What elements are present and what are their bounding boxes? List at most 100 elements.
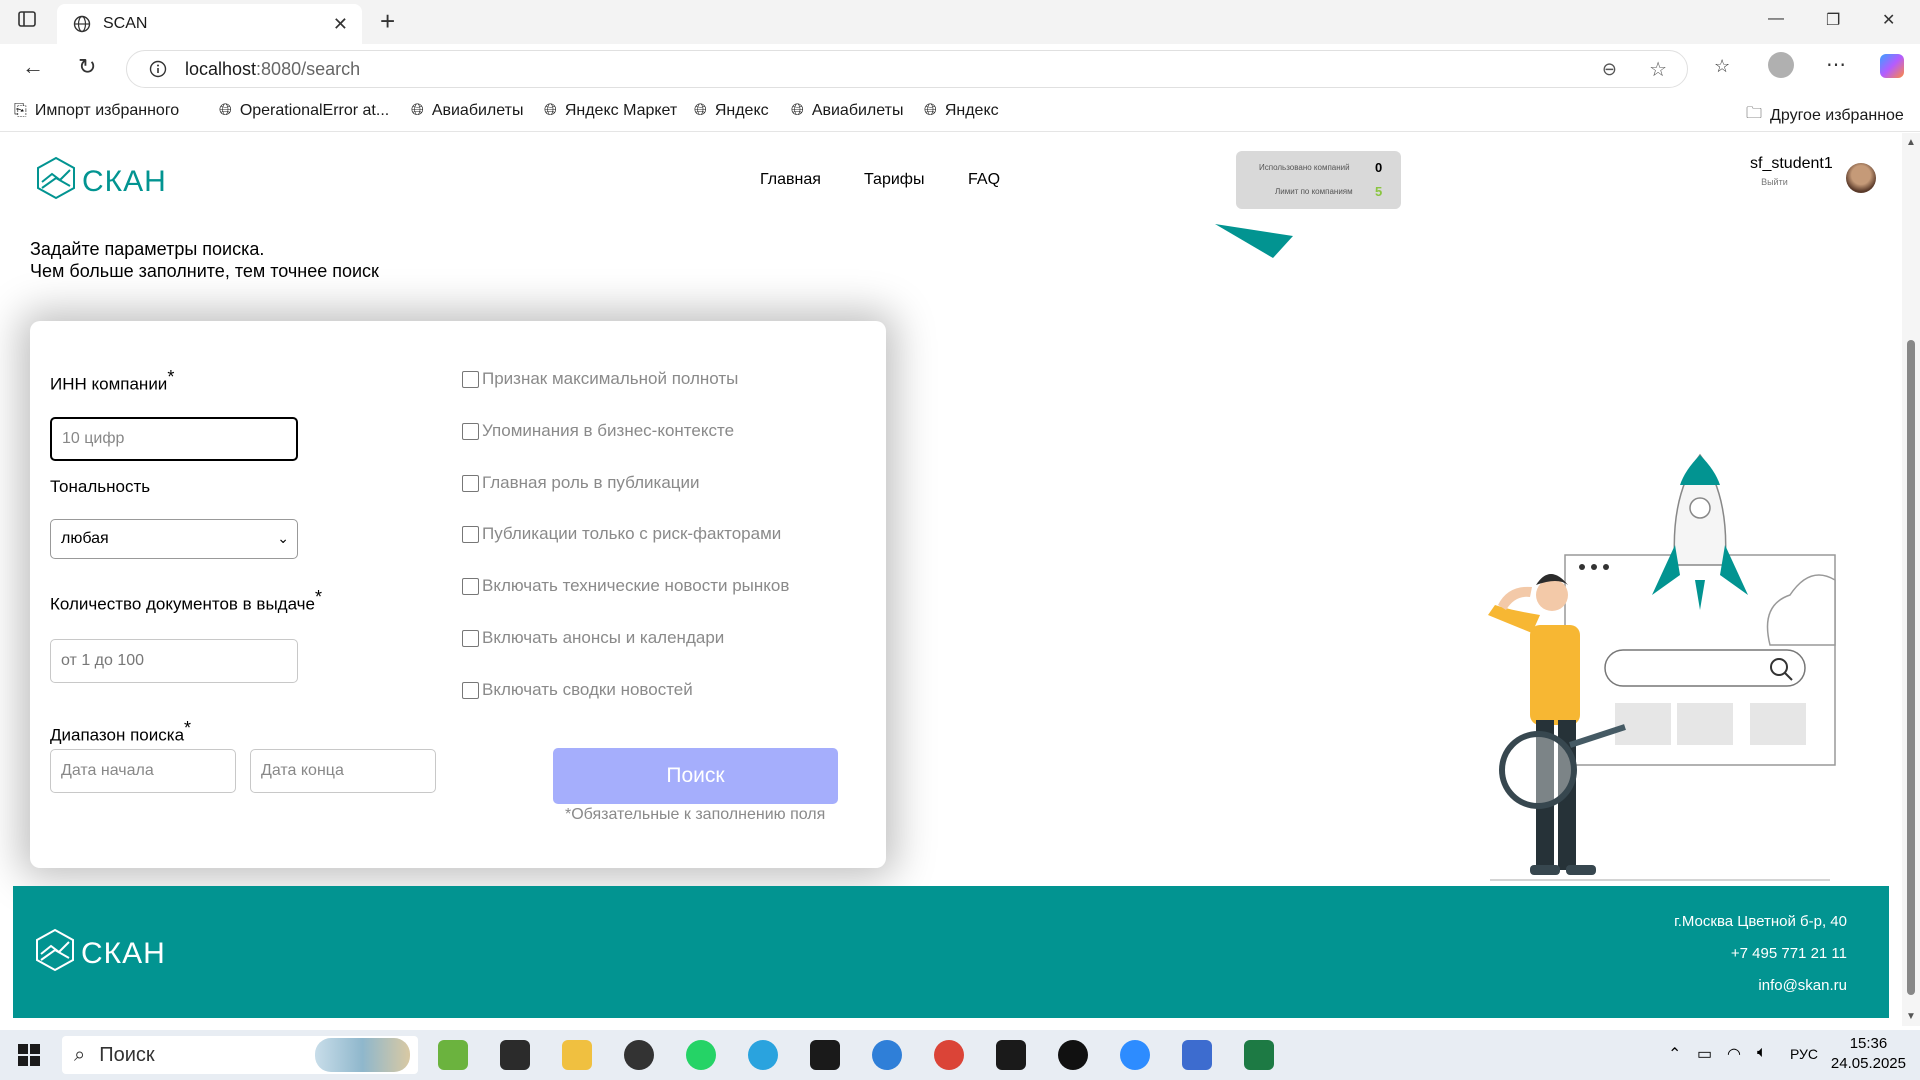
checkbox-label: Включать технические новости рынков xyxy=(482,576,790,595)
checkbox-risk-factors[interactable]: Публикации только с риск-факторами xyxy=(462,524,781,544)
pycharm-icon[interactable] xyxy=(996,1040,1026,1070)
date-end-input[interactable]: Дата конца xyxy=(250,749,436,793)
header-logo[interactable]: СКАН xyxy=(34,156,167,208)
utorrent-icon[interactable] xyxy=(438,1040,468,1070)
globe-icon: 🌐︎ xyxy=(411,102,424,119)
required-note: *Обязательные к заполнению поля xyxy=(565,806,826,823)
bookmark-import[interactable]: ⎘ Импорт избранного xyxy=(14,102,179,120)
checkbox-tech-news[interactable]: Включать технические новости рынков xyxy=(462,576,789,596)
maximize-icon[interactable]: ❐ xyxy=(1826,10,1840,30)
user-block: sf_student1 Выйти xyxy=(1750,155,1833,187)
minimize-icon[interactable]: — xyxy=(1768,10,1784,28)
whatsapp-icon[interactable] xyxy=(686,1040,716,1070)
more-menu-icon[interactable]: ⋯ xyxy=(1826,52,1846,77)
excel-icon[interactable] xyxy=(1244,1040,1274,1070)
checkbox-icon[interactable] xyxy=(462,525,479,543)
bookmark-label: Авиабилеты xyxy=(811,102,904,119)
checkbox-icon[interactable] xyxy=(462,681,479,699)
copilot-icon[interactable] xyxy=(1880,54,1904,78)
count-placeholder: от 1 до 100 xyxy=(61,652,145,669)
profile-avatar-icon[interactable] xyxy=(1768,52,1794,78)
tone-select[interactable]: любая ⌄ xyxy=(50,519,298,559)
new-tab-icon[interactable]: + xyxy=(380,6,395,37)
reload-icon[interactable]: ↻ xyxy=(78,54,96,80)
count-input[interactable]: от 1 до 100 xyxy=(50,639,298,683)
app-globe-icon[interactable] xyxy=(624,1040,654,1070)
site-info-icon[interactable] xyxy=(149,60,167,78)
back-icon[interactable]: ← xyxy=(22,54,44,80)
address-bar[interactable]: localhost:8080/search ⊖ ☆ xyxy=(126,50,1688,88)
language-indicator[interactable]: РУС xyxy=(1790,1046,1818,1062)
logout-link[interactable]: Выйти xyxy=(1750,177,1788,187)
date-start-input[interactable]: Дата начала xyxy=(50,749,236,793)
edge-icon[interactable] xyxy=(872,1040,902,1070)
user-name: sf_student1 xyxy=(1750,155,1833,172)
checkbox-icon[interactable] xyxy=(462,370,479,388)
url-path: :8080/search xyxy=(256,58,361,79)
bookmark-item[interactable]: 🌐︎ Авиабилеты xyxy=(411,102,523,120)
close-tab-icon[interactable]: ✕ xyxy=(333,14,348,35)
battery-icon[interactable]: ▭ xyxy=(1697,1044,1712,1064)
github-icon[interactable] xyxy=(1058,1040,1088,1070)
bookmark-item[interactable]: 🌐︎ Яндекс Маркет xyxy=(544,102,677,120)
checkbox-icon[interactable] xyxy=(462,422,479,440)
used-companies-value: 0 xyxy=(1375,160,1383,175)
close-window-icon[interactable]: ✕ xyxy=(1882,10,1895,30)
logo-text: СКАН xyxy=(82,165,167,198)
other-bookmarks-label: Другое избранное xyxy=(1770,106,1904,124)
bookmark-label: Яндекс Маркет xyxy=(564,102,678,119)
tray-chevron-icon[interactable]: ⌃ xyxy=(1668,1044,1681,1064)
checkbox-icon[interactable] xyxy=(462,577,479,595)
bookmark-item[interactable]: 🌐︎ Яндекс xyxy=(694,102,769,120)
browser-tab[interactable]: SCAN ✕ xyxy=(57,4,362,44)
other-bookmarks[interactable]: 🗀 Другое избранное xyxy=(1746,102,1904,129)
count-label-text: Количество документов в выдаче xyxy=(50,594,315,614)
search-button[interactable]: Поиск xyxy=(553,748,838,804)
zoom-icon[interactable]: ⊖ xyxy=(1602,59,1617,80)
sidebar-toggle-icon[interactable] xyxy=(18,10,36,28)
scroll-down-icon[interactable]: ▼ xyxy=(1906,1011,1916,1022)
scrollbar-thumb[interactable] xyxy=(1907,340,1915,995)
volume-icon[interactable]: 🔈︎ xyxy=(1757,1044,1767,1062)
company-limit-label: Лимит по компаниям xyxy=(1275,187,1353,196)
search-highlight-image xyxy=(315,1038,410,1072)
taskbar-search[interactable]: ⌕ Поиск xyxy=(62,1036,418,1074)
speedometer-icon[interactable] xyxy=(500,1040,530,1070)
clock[interactable]: 15:36 24.05.2025 xyxy=(1831,1034,1906,1074)
windows-start-icon[interactable] xyxy=(18,1044,40,1071)
network-app-icon[interactable] xyxy=(1182,1040,1212,1070)
range-label-text: Диапазон поиска xyxy=(50,725,185,745)
nav-main[interactable]: Главная xyxy=(760,171,821,189)
checkbox-max-completeness[interactable]: Признак максимальной полноты xyxy=(462,369,738,389)
company-limit-value: 5 xyxy=(1375,184,1383,199)
checkbox-business-context[interactable]: Упоминания в бизнес-контексте xyxy=(462,421,734,441)
webstorm-icon[interactable] xyxy=(810,1040,840,1070)
checkbox-icon[interactable] xyxy=(462,474,479,492)
globe-icon: 🌐︎ xyxy=(924,102,937,119)
chrome-icon[interactable] xyxy=(934,1040,964,1070)
zoom-app-icon[interactable] xyxy=(1120,1040,1150,1070)
nav-tariffs[interactable]: Тарифы xyxy=(864,171,924,189)
telegram-icon[interactable] xyxy=(748,1040,778,1070)
required-mark: * xyxy=(184,718,192,738)
scroll-up-icon[interactable]: ▲ xyxy=(1906,137,1916,148)
checkbox-icon[interactable] xyxy=(462,629,479,647)
checkbox-label: Включать анонсы и календари xyxy=(482,628,725,647)
nav-faq[interactable]: FAQ xyxy=(968,171,1000,189)
footer-email[interactable]: info@skan.ru xyxy=(1758,977,1847,994)
checkbox-news-digests[interactable]: Включать сводки новостей xyxy=(462,680,693,700)
wifi-icon[interactable]: ◠ xyxy=(1727,1044,1741,1064)
checkbox-announcements[interactable]: Включать анонсы и календари xyxy=(462,628,724,648)
checkbox-main-role[interactable]: Главная роль в публикации xyxy=(462,473,700,493)
favorites-icon[interactable]: ☆ xyxy=(1714,56,1730,77)
file-explorer-icon[interactable] xyxy=(562,1040,592,1070)
required-mark: * xyxy=(167,367,175,387)
star-icon[interactable]: ☆ xyxy=(1649,57,1667,82)
bookmark-item[interactable]: 🌐︎ Авиабилеты xyxy=(791,102,903,120)
footer-phone[interactable]: +7 495 771 21 11 xyxy=(1731,945,1847,962)
count-label: Количество документов в выдаче* xyxy=(50,587,322,615)
avatar[interactable] xyxy=(1846,163,1876,193)
bookmark-item[interactable]: 🌐︎ Яндекс xyxy=(924,102,999,120)
bookmark-item[interactable]: 🌐︎ OperationalError at... xyxy=(219,102,389,120)
inn-input[interactable]: 10 цифр xyxy=(50,417,298,461)
